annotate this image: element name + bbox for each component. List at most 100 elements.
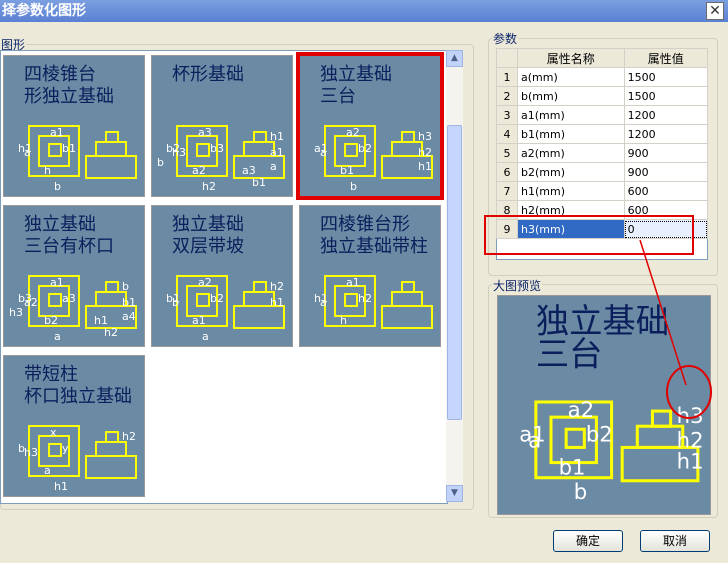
dimension-label: a4 xyxy=(122,310,136,323)
param-value-cell[interactable]: 0 xyxy=(623,219,709,239)
diagram-title: 双层带坡 xyxy=(172,236,244,257)
param-name-cell[interactable]: a(mm) xyxy=(517,67,625,87)
dimension-label: a1 xyxy=(270,146,284,159)
dimension-label: a3 xyxy=(62,292,76,305)
param-row[interactable]: 4 b1(mm) 1200 xyxy=(496,124,709,144)
param-row[interactable]: 3 a1(mm) 1200 xyxy=(496,105,709,125)
scroll-down-button[interactable]: ▼ xyxy=(446,485,463,502)
dimension-label: h3 xyxy=(9,306,23,319)
param-value-cell[interactable]: 1200 xyxy=(623,124,709,144)
gallery-scrollbar[interactable]: ▲ ▼ xyxy=(446,50,463,502)
row-number: 9 xyxy=(496,219,518,239)
param-name-cell[interactable]: b(mm) xyxy=(517,86,625,106)
diagram-title: 独立基础带柱 xyxy=(320,236,428,257)
dimension-label: a2 xyxy=(568,397,594,422)
dimension-label: a xyxy=(54,330,61,343)
dimension-label: h3 xyxy=(24,446,38,459)
param-row[interactable]: 8 h2(mm) 600 xyxy=(496,200,709,220)
param-name-cell[interactable]: h2(mm) xyxy=(517,200,625,220)
dimension-label: a2 xyxy=(198,276,212,289)
dimension-label: h2 xyxy=(270,280,284,293)
row-number: 7 xyxy=(496,181,518,201)
foundation-diagram: 独立基础双层带坡a2b2b1a1bah2h1 xyxy=(166,214,285,343)
diagram-title: 四棱锥台形 xyxy=(320,214,410,235)
dimension-label: a xyxy=(320,146,327,159)
dimension-label: b1 xyxy=(122,296,136,309)
dimension-label: h2 xyxy=(202,180,216,193)
scroll-thumb[interactable] xyxy=(447,125,462,420)
shape-thumbnail[interactable]: 独立基础 双层带坡 a2 b2 b1 a1 b a h2 h1 xyxy=(151,205,293,347)
dimension-label: a xyxy=(202,330,209,343)
diagram-title: 四棱锥台 xyxy=(24,64,96,85)
row-number: 1 xyxy=(496,67,518,87)
shape-thumbnail[interactable]: 四棱锥台 形独立基础 a1 b1 h1 h a b xyxy=(3,55,145,197)
dimension-label: h1 xyxy=(54,480,68,493)
dimension-label: h xyxy=(340,314,347,327)
dimension-label: b xyxy=(350,180,357,193)
dimension-label: h1 xyxy=(270,130,284,143)
param-value-cell[interactable]: 600 xyxy=(623,181,709,201)
shape-thumbnail[interactable]: 杯形基础 a3 b3 b2 a2 h3 h2 h1 a1 a b b1 a3 xyxy=(151,55,293,197)
param-value-cell[interactable]: 900 xyxy=(623,143,709,163)
row-number: 6 xyxy=(496,162,518,182)
param-row[interactable]: 7 h1(mm) 600 xyxy=(496,181,709,201)
dimension-label: a xyxy=(270,160,277,173)
ok-button[interactable]: 确定 xyxy=(553,530,623,552)
params-table: 属性名称 属性值 1 a(mm) 1500 2 b(mm) 1500 3 a1(mm) 1200 4… xyxy=(496,48,709,260)
shape-thumbnail[interactable]: 四棱锥台形 独立基础带柱 a1 h2 h1 h a xyxy=(299,205,441,347)
param-name-cell[interactable]: a1(mm) xyxy=(517,105,625,125)
param-row[interactable]: 9 h3(mm) 0 xyxy=(496,219,709,239)
shape-thumbnail[interactable]: 独立基础 三台有杯口 a1 a3 b3 b2 a2 a b b1 a4 h3 h2 h1 xyxy=(3,205,145,347)
close-icon[interactable]: ✕ xyxy=(706,2,724,20)
param-value-cell[interactable]: 600 xyxy=(623,200,709,220)
dimension-label: h2 xyxy=(418,146,432,159)
param-row[interactable]: 2 b(mm) 1500 xyxy=(496,86,709,106)
foundation-diagram: 四棱锥台形独立基础带柱a1h2h1ha xyxy=(314,214,433,329)
dimension-label: b xyxy=(172,296,179,309)
shape-thumbnail[interactable]: 独立基础 三台 a2 b2 a1 b1 a b h3 h2 h1 xyxy=(296,52,444,200)
dimension-label: a2 xyxy=(346,126,360,139)
title-bar: 择参数化图形 ✕ xyxy=(0,0,728,22)
param-name-cell[interactable]: a2(mm) xyxy=(517,143,625,163)
param-value-cell[interactable]: 1200 xyxy=(623,105,709,125)
window-title: 择参数化图形 xyxy=(2,3,86,19)
dimension-label: a3 xyxy=(242,164,256,177)
param-value-cell[interactable]: 1500 xyxy=(623,67,709,87)
param-value-cell[interactable]: 1500 xyxy=(623,86,709,106)
dimension-label: b2 xyxy=(358,142,372,155)
row-number: 4 xyxy=(496,124,518,144)
params-label: 参数 xyxy=(492,30,519,47)
foundation-diagram: 独立基础三台a2b2a1b1abh3h2h1 xyxy=(314,64,433,193)
param-name-cell[interactable]: b2(mm) xyxy=(517,162,625,182)
foundation-diagram: 独立基础三台有杯口a1a3b3b2a2abb1a4h3h2h1 xyxy=(9,214,137,343)
diagram-title: 杯形基础 xyxy=(172,64,244,85)
param-row[interactable]: 5 a2(mm) 900 xyxy=(496,143,709,163)
dimension-label: h3 xyxy=(418,130,432,143)
shape-thumbnail[interactable]: 带短柱 杯口独立基础 x y b a h3 h1 h2 xyxy=(3,355,145,497)
param-name-cell[interactable]: h1(mm) xyxy=(517,181,625,201)
dimension-label: h1 xyxy=(677,449,704,474)
dimension-label: y xyxy=(62,442,69,455)
scroll-up-button[interactable]: ▲ xyxy=(446,50,463,67)
dimension-label: b xyxy=(54,180,61,193)
param-row[interactable]: 1 a(mm) 1500 xyxy=(496,67,709,87)
diagram-title: 三台 xyxy=(320,86,356,107)
dimension-label: h1 xyxy=(270,296,284,309)
diagram-title: 三台 xyxy=(536,335,603,374)
dimension-label: h1 xyxy=(94,314,108,327)
cancel-button[interactable]: 取消 xyxy=(640,530,710,552)
dimension-label: h1 xyxy=(418,160,432,173)
dimension-label: h3 xyxy=(172,146,186,159)
dimension-label: a1 xyxy=(192,314,206,327)
param-name-cell[interactable]: h3(mm) xyxy=(517,219,625,239)
param-value-cell[interactable]: 900 xyxy=(623,162,709,182)
foundation-diagram: 杯形基础a3b3b2a2h3h2h1a1abb1a3 xyxy=(157,64,285,193)
row-number: 2 xyxy=(496,86,518,106)
dimension-label: h2 xyxy=(358,292,372,305)
dimension-label: a3 xyxy=(198,126,212,139)
param-row[interactable]: 6 b2(mm) 900 xyxy=(496,162,709,182)
foundation-diagram: 四棱锥台形独立基础a1b1h1hab xyxy=(18,64,137,193)
param-name-cell[interactable]: b1(mm) xyxy=(517,124,625,144)
dimension-label: b xyxy=(574,479,587,504)
dimension-label: b xyxy=(122,280,129,293)
